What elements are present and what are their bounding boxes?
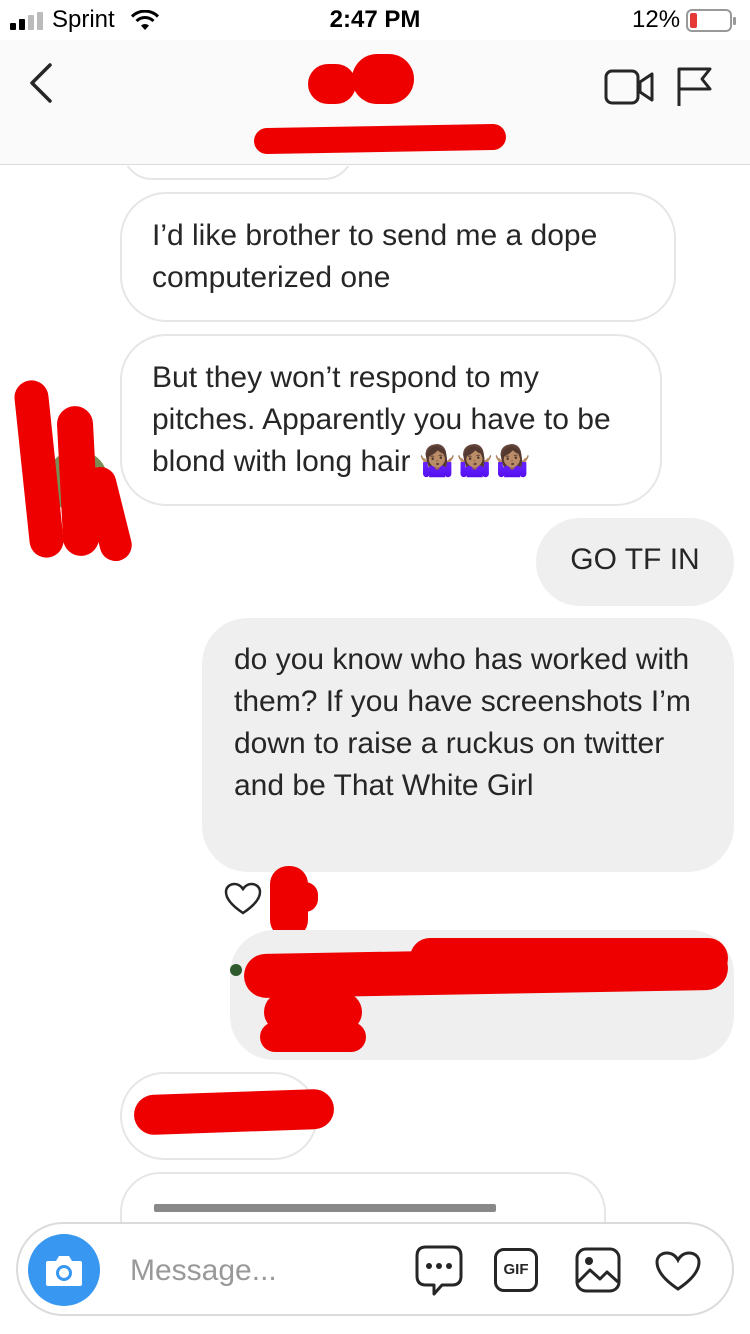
battery-icon bbox=[686, 9, 736, 32]
redacted-avatar[interactable] bbox=[300, 54, 420, 104]
battery-percent: 12% bbox=[632, 6, 681, 33]
message-composer: GIF bbox=[16, 1222, 734, 1316]
message-input[interactable] bbox=[128, 1246, 402, 1296]
message-bubble-outgoing[interactable]: GO TF IN bbox=[536, 518, 734, 606]
status-bar: Sprint 2:47 PM 12% bbox=[0, 0, 750, 40]
redacted-sender-avatar bbox=[12, 378, 136, 565]
gif-label: GIF bbox=[503, 1261, 529, 1278]
message-bubble-incoming-redacted[interactable] bbox=[120, 1072, 335, 1160]
redacted-username[interactable] bbox=[253, 118, 507, 155]
message-bubble-incoming[interactable]: I’d like brother to send me a dope compu… bbox=[120, 192, 676, 322]
gif-button[interactable]: GIF bbox=[494, 1248, 538, 1292]
image-icon[interactable] bbox=[574, 1246, 622, 1294]
message-bubble-outgoing[interactable]: do you know who has worked with them? If… bbox=[202, 618, 734, 872]
chat-header bbox=[0, 40, 750, 165]
more-options-icon[interactable] bbox=[414, 1244, 464, 1298]
message-bubble-incoming[interactable]: But they won’t respond to my pitches. Ap… bbox=[120, 334, 662, 506]
message-text: But they won’t respond to my pitches. Ap… bbox=[152, 361, 611, 478]
heart-icon[interactable] bbox=[654, 1250, 702, 1292]
redacted-shared-post[interactable] bbox=[230, 930, 734, 1060]
message-text: do you know who has worked with them? If… bbox=[234, 643, 691, 802]
message-text: I’d like brother to send me a dope compu… bbox=[152, 219, 598, 294]
redacted-reaction-avatar bbox=[266, 866, 320, 940]
chevron-left-icon[interactable] bbox=[26, 62, 56, 104]
flag-icon[interactable] bbox=[672, 64, 716, 108]
camera-icon bbox=[46, 1256, 82, 1286]
message-text: GO TF IN bbox=[570, 543, 700, 576]
heart-reaction-icon[interactable] bbox=[224, 882, 262, 916]
camera-button[interactable] bbox=[28, 1234, 100, 1306]
video-camera-icon[interactable] bbox=[604, 68, 656, 106]
